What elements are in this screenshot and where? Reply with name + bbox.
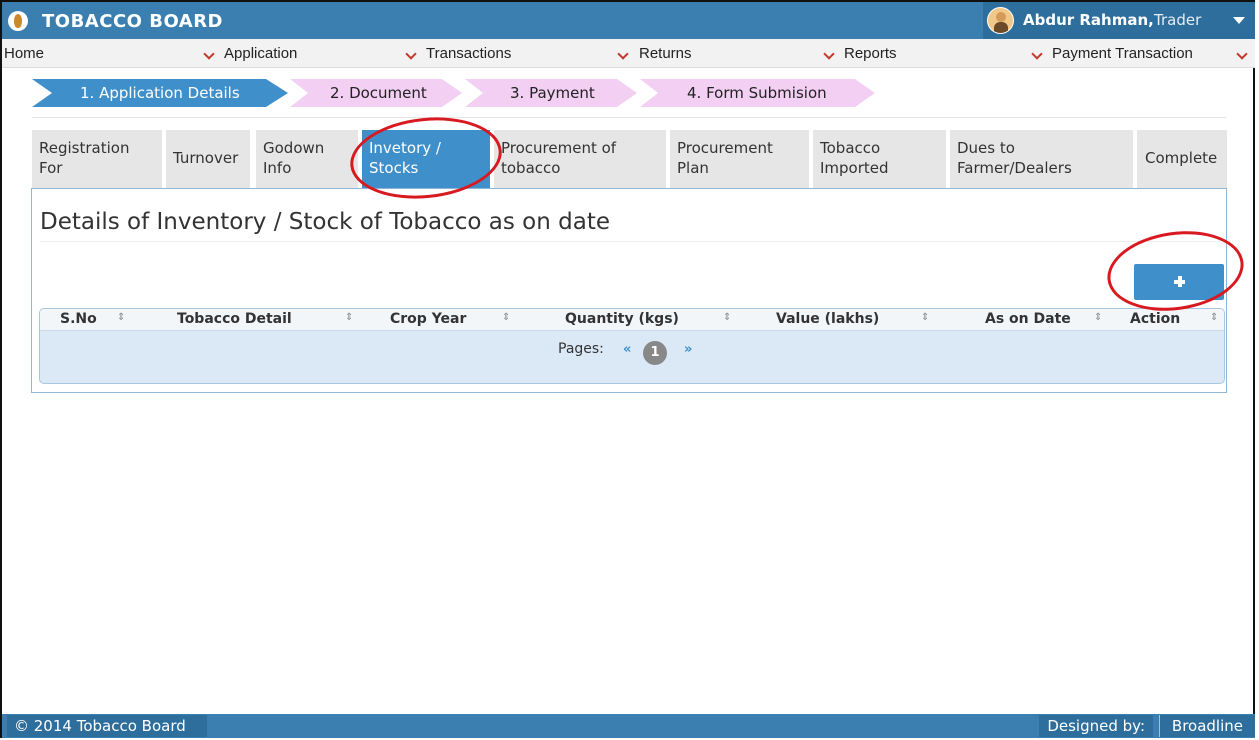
tab-label: Turnover bbox=[173, 149, 239, 167]
sort-icon[interactable]: ⇕ bbox=[117, 312, 125, 323]
designed-by-label: Designed by: bbox=[1039, 715, 1153, 737]
step-label-4: 4. Form Submision bbox=[687, 84, 827, 102]
page-title: Details of Inventory / Stock of Tobacco … bbox=[40, 209, 610, 235]
step-label-3: 3. Payment bbox=[510, 84, 595, 102]
page-number-current[interactable]: 1 bbox=[643, 341, 667, 365]
divider bbox=[40, 241, 1220, 242]
step-label-2: 2. Document bbox=[330, 84, 427, 102]
copyright-text: © 2014 Tobacco Board bbox=[14, 717, 186, 735]
prev-page-link[interactable]: « bbox=[623, 342, 631, 357]
tab-label: Farmer/Dealers bbox=[957, 159, 1072, 177]
tab-label: Registration bbox=[39, 139, 130, 157]
tab-label: Procurement bbox=[677, 139, 773, 157]
column-header-value[interactable]: Value (lakhs) bbox=[776, 311, 879, 327]
footer: © 2014 Tobacco Board Designed by: Broadl… bbox=[2, 714, 1255, 738]
pages-label: Pages: bbox=[558, 341, 604, 357]
inventory-panel: Details of Inventory / Stock of Tobacco … bbox=[31, 188, 1227, 393]
tab-label: Imported bbox=[820, 159, 889, 177]
step-label-1: 1. Application Details bbox=[80, 84, 240, 102]
column-header-quantity[interactable]: Quantity (kgs) bbox=[565, 311, 679, 327]
tab-dues-to-farmer-dealers[interactable]: Dues to Farmer/Dealers bbox=[950, 130, 1133, 188]
tab-label: tobacco bbox=[501, 159, 561, 177]
tab-label: Tobacco bbox=[820, 139, 881, 157]
column-header-tobacco-detail[interactable]: Tobacco Detail bbox=[177, 311, 292, 327]
sort-icon[interactable]: ⇕ bbox=[1210, 312, 1218, 323]
tab-procurement-of-tobacco[interactable]: Procurement of tobacco bbox=[494, 130, 666, 188]
tab-label: Plan bbox=[677, 159, 709, 177]
tab-godown-info[interactable]: Godown Info bbox=[256, 130, 358, 188]
tab-label: Complete bbox=[1145, 149, 1218, 167]
tab-procurement-plan[interactable]: Procurement Plan bbox=[670, 130, 809, 188]
tab-label: Procurement of bbox=[501, 139, 617, 157]
tab-label: Dues to bbox=[957, 139, 1015, 157]
tab-complete[interactable]: Complete bbox=[1137, 130, 1227, 188]
next-page-link[interactable]: » bbox=[684, 342, 692, 357]
inventory-table: S.No ⇕ Tobacco Detail ⇕ Crop Year ⇕ Quan… bbox=[39, 308, 1225, 384]
tab-registration-for[interactable]: Registration For bbox=[32, 130, 162, 188]
tab-turnover[interactable]: Turnover bbox=[166, 130, 250, 188]
sort-icon[interactable]: ⇕ bbox=[723, 312, 731, 323]
tab-label: Godown bbox=[263, 139, 325, 157]
tab-tobacco-imported[interactable]: Tobacco Imported bbox=[813, 130, 946, 188]
column-header-as-on-date[interactable]: As on Date bbox=[985, 311, 1071, 327]
sort-icon[interactable]: ⇕ bbox=[921, 312, 929, 323]
tab-label: For bbox=[39, 159, 63, 177]
column-header-crop-year[interactable]: Crop Year bbox=[390, 311, 466, 327]
designer-link[interactable]: Broadline bbox=[1158, 715, 1255, 737]
divider bbox=[32, 117, 1226, 118]
column-header-sno[interactable]: S.No bbox=[60, 311, 97, 327]
column-header-action[interactable]: Action bbox=[1130, 311, 1180, 327]
wizard-steps bbox=[32, 79, 875, 107]
tab-label: Info bbox=[263, 159, 292, 177]
sort-icon[interactable]: ⇕ bbox=[502, 312, 510, 323]
table-header: S.No ⇕ Tobacco Detail ⇕ Crop Year ⇕ Quan… bbox=[40, 309, 1224, 331]
sort-icon[interactable]: ⇕ bbox=[1094, 312, 1102, 323]
sort-icon[interactable]: ⇕ bbox=[345, 312, 353, 323]
